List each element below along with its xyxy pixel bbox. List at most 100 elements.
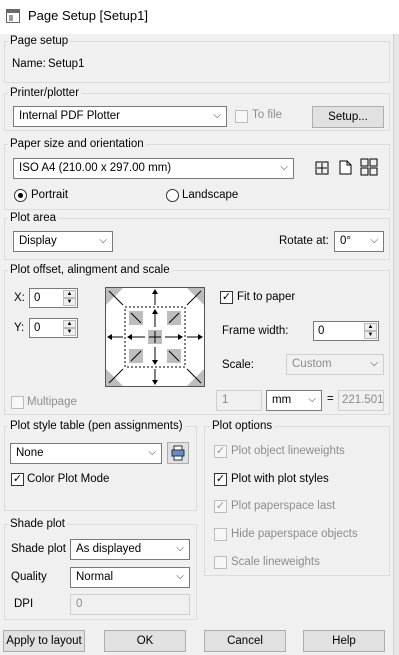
- paper-size-value: ISO A4 (210.00 x 297.00 mm): [19, 162, 172, 174]
- shade-plot-select[interactable]: As displayed ⌵: [70, 539, 190, 560]
- multipage-checkbox[interactable]: [11, 396, 24, 409]
- chevron-down-icon: ⌵: [280, 162, 288, 173]
- fit-to-paper-checkbox[interactable]: ✓: [220, 291, 233, 304]
- scroll-strip: [393, 34, 399, 655]
- rotate-label: Rotate at:: [279, 235, 329, 247]
- scale-lineweights-checkbox[interactable]: [214, 556, 227, 569]
- portrait-radio[interactable]: [14, 189, 27, 202]
- chevron-down-icon: ⌵: [176, 543, 184, 554]
- color-plot-mode-checkbox[interactable]: ✓: [11, 473, 24, 486]
- unit-select[interactable]: mm ⌵: [266, 390, 322, 411]
- paper-sizes-icon[interactable]: [360, 158, 378, 176]
- name-value: Setup1: [48, 58, 85, 70]
- plot-style-value: None: [16, 447, 44, 459]
- setup-button[interactable]: Setup...: [312, 106, 384, 128]
- color-plot-mode-label: Color Plot Mode: [27, 473, 110, 485]
- landscape-radio[interactable]: [166, 189, 179, 202]
- hide-paperspace-objects-label: Hide paperspace objects: [231, 528, 358, 540]
- name-label: Name:: [12, 58, 46, 70]
- chevron-down-icon: ⌵: [213, 110, 221, 121]
- printable-area-icon[interactable]: [315, 161, 329, 175]
- plot-with-plot-styles-label: Plot with plot styles: [231, 473, 329, 485]
- app-icon: [6, 9, 20, 23]
- frame-width-spinner[interactable]: 0 ▲ ▼: [313, 321, 379, 341]
- x-offset-value: 0: [34, 292, 41, 304]
- window-title: Page Setup [Setup1]: [28, 8, 148, 23]
- edit-plot-style-button[interactable]: [167, 442, 189, 464]
- y-offset-value: 0: [34, 322, 41, 334]
- scale-denominator[interactable]: 221.501: [338, 390, 384, 411]
- plot-style-select[interactable]: None ⌵: [10, 443, 162, 464]
- plot-with-plot-styles-checkbox[interactable]: ✓: [214, 473, 227, 486]
- dpi-value: 0: [76, 598, 83, 610]
- page-icon[interactable]: [339, 160, 352, 175]
- shade-plot-group-label: Shade plot: [8, 518, 67, 530]
- plot-area-label: Plot area: [8, 212, 59, 224]
- dpi-field[interactable]: 0: [70, 594, 190, 615]
- scale-numerator[interactable]: 1: [216, 390, 262, 411]
- apply-to-layout-button[interactable]: Apply to layout: [3, 630, 85, 652]
- chevron-down-icon: ⌵: [370, 235, 378, 246]
- plot-style-label: Plot style table (pen assignments): [8, 420, 185, 432]
- hide-paperspace-objects-checkbox[interactable]: [214, 528, 227, 541]
- quality-label: Quality: [11, 571, 47, 583]
- page-setup-label: Page setup: [8, 35, 71, 47]
- printer-label: Printer/plotter: [8, 87, 82, 99]
- to-file-label: To file: [252, 109, 283, 121]
- chevron-down-icon: ⌵: [370, 358, 378, 369]
- quality-value: Normal: [76, 571, 114, 583]
- frame-width-label: Frame width:: [222, 325, 289, 337]
- scale-numerator-value: 1: [222, 394, 229, 406]
- plot-paperspace-last-label: Plot paperspace last: [231, 500, 336, 512]
- chevron-down-icon: ⌵: [308, 394, 316, 405]
- spin-up-icon[interactable]: ▲: [364, 323, 377, 331]
- chevron-down-icon: ⌵: [176, 571, 184, 582]
- shade-plot-value: As displayed: [76, 543, 142, 555]
- chevron-down-icon: ⌵: [148, 447, 156, 458]
- paper-size-select[interactable]: ISO A4 (210.00 x 297.00 mm) ⌵: [13, 158, 294, 179]
- frame-width-value: 0: [318, 325, 325, 337]
- scale-lineweights-label: Scale lineweights: [231, 556, 320, 568]
- printer-select[interactable]: Internal PDF Plotter ⌵: [13, 106, 227, 127]
- quality-select[interactable]: Normal ⌵: [70, 567, 190, 588]
- spin-up-icon[interactable]: ▲: [63, 290, 76, 298]
- plot-object-lineweights-label: Plot object lineweights: [231, 445, 345, 457]
- paper-label: Paper size and orientation: [8, 138, 146, 150]
- plot-style-group: [4, 426, 197, 511]
- scale-value: Custom: [292, 358, 332, 370]
- to-file-checkbox[interactable]: [235, 110, 248, 123]
- landscape-label: Landscape: [182, 189, 239, 201]
- help-button[interactable]: Help: [303, 630, 385, 652]
- x-offset-spinner[interactable]: 0 ▲ ▼: [29, 288, 78, 308]
- spin-down-icon[interactable]: ▼: [63, 298, 76, 306]
- scale-select[interactable]: Custom ⌵: [286, 354, 384, 375]
- spin-down-icon[interactable]: ▼: [63, 328, 76, 336]
- rotate-value: 0°: [340, 235, 351, 247]
- plot-offset-label: Plot offset, alingment and scale: [8, 264, 172, 276]
- spin-up-icon[interactable]: ▲: [63, 320, 76, 328]
- plot-paperspace-last-checkbox[interactable]: ✓: [214, 500, 227, 513]
- plot-area-value: Display: [19, 235, 57, 247]
- cancel-button[interactable]: Cancel: [204, 630, 286, 652]
- portrait-label: Portrait: [31, 189, 69, 201]
- y-label: Y:: [14, 322, 25, 334]
- ok-button[interactable]: OK: [104, 630, 186, 652]
- title-bar: Page Setup [Setup1]: [0, 0, 399, 34]
- plot-options-label: Plot options: [210, 420, 275, 432]
- shade-plot-label: Shade plot: [11, 543, 66, 555]
- fit-to-paper-label: Fit to paper: [237, 291, 296, 303]
- unit-value: mm: [272, 394, 292, 406]
- chevron-down-icon: ⌵: [99, 235, 107, 246]
- printer-edit-icon: [171, 445, 185, 461]
- scale-label: Scale:: [222, 359, 254, 371]
- x-label: X:: [14, 292, 25, 304]
- rotate-select[interactable]: 0° ⌵: [334, 231, 384, 252]
- alignment-diagram[interactable]: [105, 287, 205, 387]
- y-offset-spinner[interactable]: 0 ▲ ▼: [29, 318, 78, 338]
- spin-down-icon[interactable]: ▼: [364, 331, 377, 339]
- printer-select-value: Internal PDF Plotter: [19, 110, 120, 122]
- dpi-label: DPI: [14, 598, 34, 610]
- plot-area-select[interactable]: Display ⌵: [13, 231, 113, 252]
- plot-object-lineweights-checkbox[interactable]: ✓: [214, 445, 227, 458]
- multipage-label: Multipage: [27, 396, 77, 408]
